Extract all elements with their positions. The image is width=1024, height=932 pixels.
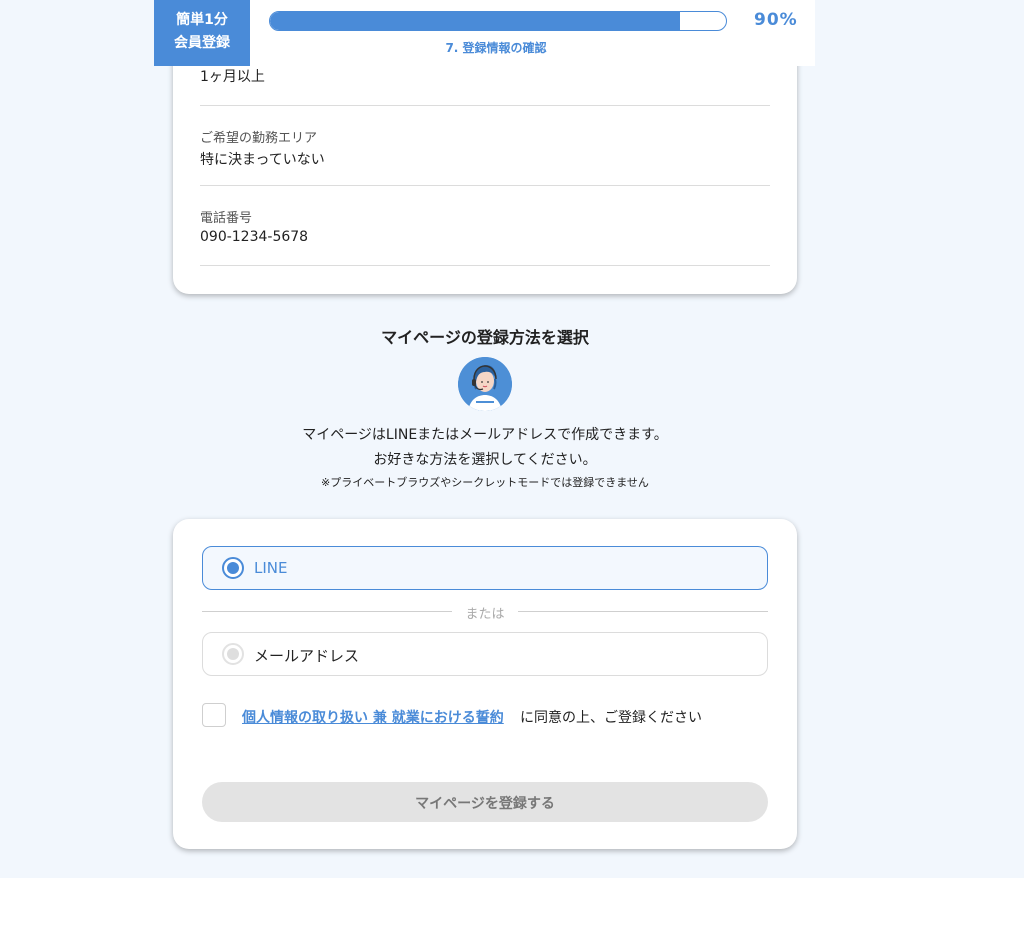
email-radio[interactable]: [222, 643, 244, 665]
summary-label: 電話番号: [200, 211, 253, 226]
progress-percent: 90%: [754, 10, 798, 30]
summary-row-phone: 電話番号 090-1234-5678: [200, 207, 770, 266]
line-option-label: LINE: [254, 559, 288, 577]
progress-step-label: 7. 登録情報の確認: [445, 41, 547, 55]
summary-row-duration: 1ヶ月以上: [200, 62, 770, 106]
line-radio[interactable]: [222, 557, 244, 579]
privacy-terms-link[interactable]: 個人情報の取り扱い 兼 就業における誓約: [242, 707, 504, 727]
consent-row: 個人情報の取り扱い 兼 就業における誓約 に同意の上、ご登録ください: [202, 703, 768, 731]
signup-badge: 簡単1分 会員登録: [154, 0, 250, 66]
consent-checkbox[interactable]: [202, 703, 226, 727]
or-divider: または: [202, 601, 768, 622]
line-option[interactable]: LINE: [202, 546, 768, 590]
progress-header: 簡単1分 会員登録 90% 7. 登録情報の確認: [154, 0, 815, 66]
email-option[interactable]: メールアドレス: [202, 632, 768, 676]
progress-bar-fill: [270, 12, 681, 30]
consent-text: に同意の上、ご登録ください: [520, 710, 702, 726]
mypage-description-1: マイページはLINEまたはメールアドレスで作成できます。: [302, 427, 668, 443]
operator-avatar-icon: [458, 357, 512, 411]
registration-method-card: LINE または メールアドレス 個人情報の取り扱い 兼 就業における誓約 に同…: [173, 519, 797, 849]
email-option-label: メールアドレス: [254, 647, 360, 665]
section-title: マイページの登録方法を選択: [381, 328, 589, 347]
summary-value: 090-1234-5678: [200, 229, 309, 245]
summary-row-area: ご希望の勤務エリア 特に決まっていない: [200, 127, 770, 186]
summary-value: 特に決まっていない: [200, 152, 325, 168]
or-divider-text: または: [465, 607, 505, 622]
progress-bar: [269, 11, 727, 31]
mypage-description-2: お好きな方法を選択してください。: [373, 452, 597, 468]
register-mypage-button[interactable]: マイページを登録する: [202, 782, 768, 822]
badge-line-1: 簡単1分: [176, 12, 228, 28]
summary-value: 1ヶ月以上: [200, 69, 265, 85]
private-browsing-note: ※プライベートブラウズやシークレットモードでは登録できません: [321, 476, 649, 489]
summary-label: ご希望の勤務エリア: [200, 131, 318, 146]
